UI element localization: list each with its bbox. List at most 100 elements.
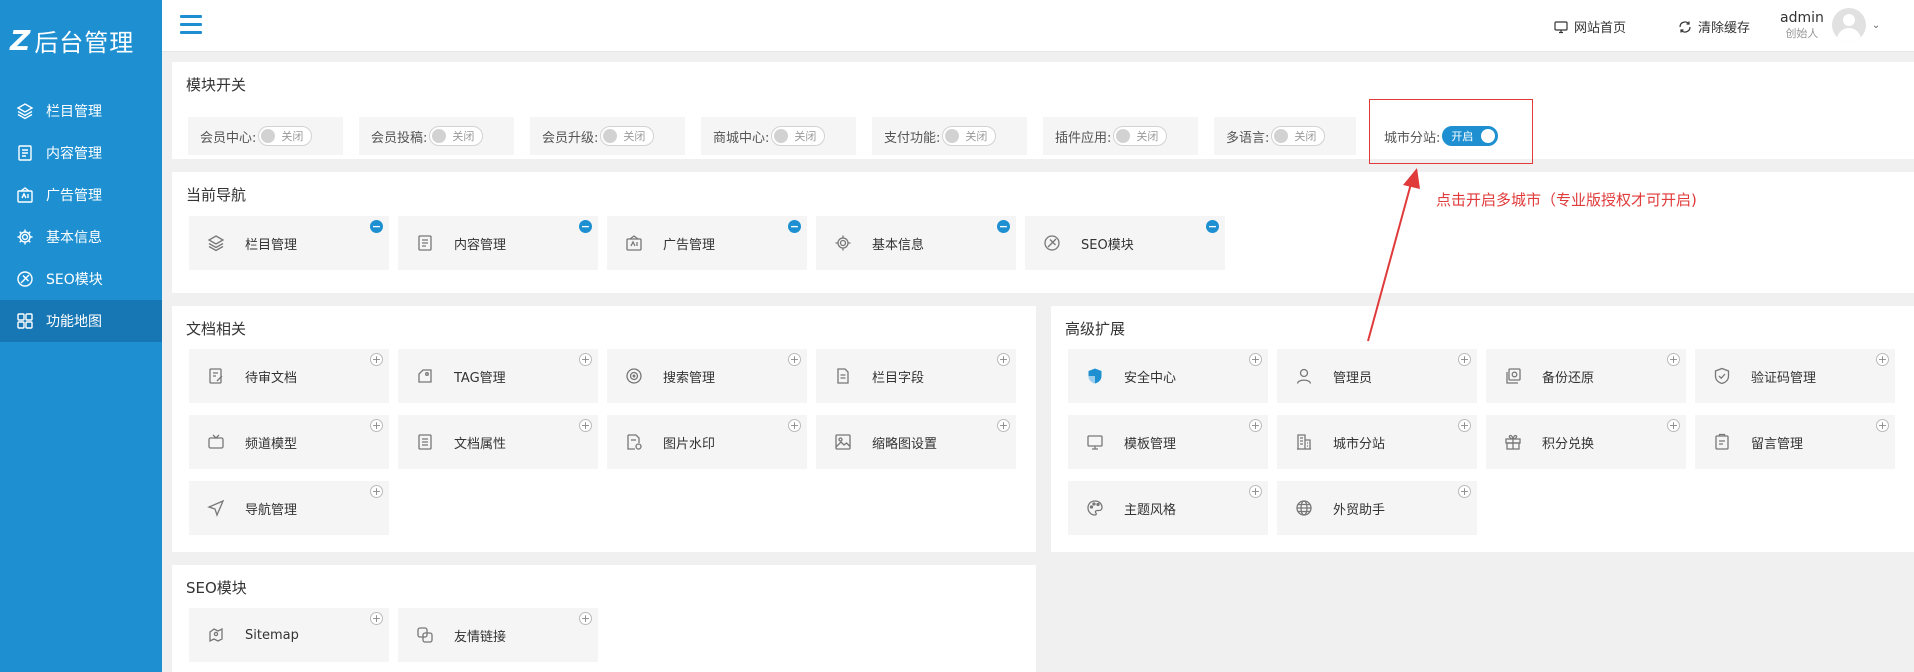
add-icon[interactable]: + (1458, 419, 1471, 432)
doc-tile-search[interactable]: 搜索管理 + (607, 349, 807, 403)
sidebar-item-label: 内容管理 (46, 146, 102, 162)
add-icon[interactable]: + (1876, 419, 1889, 432)
remove-icon[interactable]: − (370, 220, 383, 233)
add-icon[interactable]: + (370, 485, 383, 498)
logo-mark: Z (10, 23, 31, 57)
add-icon[interactable]: + (997, 419, 1010, 432)
member-upgrade-switch[interactable]: 关闭 (600, 126, 655, 146)
link-icon (416, 626, 434, 644)
palette-icon (1086, 499, 1104, 517)
sidebar-item-basic-info[interactable]: 基本信息 (0, 216, 162, 258)
doc-tile-review[interactable]: 待审文档 + (189, 349, 389, 403)
adv-tile-points-exchange[interactable]: 积分兑换 + (1486, 415, 1686, 469)
tile-label: 导航管理 (245, 502, 298, 518)
user-role: 创始人 (1785, 26, 1819, 40)
sidebar-item-column[interactable]: 栏目管理 (0, 90, 162, 132)
adv-tile-messages[interactable]: 留言管理 + (1695, 415, 1895, 469)
module-switch-title: 模块开关 (186, 76, 247, 94)
remove-icon[interactable]: − (1206, 220, 1219, 233)
adv-tile-themes[interactable]: 主题风格 + (1068, 481, 1268, 535)
add-icon[interactable]: + (370, 419, 383, 432)
plugins-switch[interactable]: 关闭 (1113, 126, 1168, 146)
adv-tile-foreign-trade[interactable]: 外贸助手 + (1277, 481, 1477, 535)
adv-tile-backup[interactable]: 备份还原 + (1486, 349, 1686, 403)
adv-tile-captcha[interactable]: 验证码管理 + (1695, 349, 1895, 403)
documents-panel: 文档相关 待审文档 + TAG管理 + 搜索管理 + 栏目字段 + 频道模型 +… (172, 306, 1036, 552)
remove-icon[interactable]: − (788, 220, 801, 233)
doc-tile-watermark[interactable]: 图片水印 + (607, 415, 807, 469)
mall-center-switch[interactable]: 关闭 (771, 126, 826, 146)
top-header: 网站首页 清除缓存 admin 创始人 ⌄ (162, 0, 1914, 52)
nav-tile-seo[interactable]: SEO模块 − (1025, 216, 1225, 270)
doc-tile-fields[interactable]: 栏目字段 + (816, 349, 1016, 403)
member-center-switch[interactable]: 关闭 (258, 126, 313, 146)
adv-tile-admins[interactable]: 管理员 + (1277, 349, 1477, 403)
tile-label: 广告管理 (663, 237, 716, 253)
sidebar-item-function-map[interactable]: 功能地图 (0, 300, 162, 342)
sidebar-item-content[interactable]: 内容管理 (0, 132, 162, 174)
add-icon[interactable]: + (370, 353, 383, 366)
add-icon[interactable]: + (370, 612, 383, 625)
current-nav-title: 当前导航 (186, 186, 247, 204)
adv-tile-templates[interactable]: 模板管理 + (1068, 415, 1268, 469)
multilanguage-switch[interactable]: 关闭 (1271, 126, 1326, 146)
add-icon[interactable]: + (579, 353, 592, 366)
tile-label: 友情链接 (454, 629, 507, 645)
adv-tile-city-substation[interactable]: 城市分站 + (1277, 415, 1477, 469)
user-name: admin (1780, 9, 1824, 26)
toggle-member-center: 会员中心: 关闭 (188, 117, 343, 155)
nav-tile-ads[interactable]: 广告管理 − (607, 216, 807, 270)
site-home-link[interactable]: 网站首页 (1554, 17, 1626, 36)
switch-state: 关闭 (965, 130, 988, 143)
switch-state: 关闭 (281, 130, 304, 143)
image-icon (834, 433, 852, 451)
add-icon[interactable]: + (1458, 353, 1471, 366)
tag-icon (416, 367, 434, 385)
sidebar-item-seo[interactable]: SEO模块 (0, 258, 162, 300)
doc-tile-navigation[interactable]: 导航管理 + (189, 481, 389, 535)
layers-icon (16, 102, 34, 120)
remove-icon[interactable]: − (997, 220, 1010, 233)
add-icon[interactable]: + (579, 612, 592, 625)
doc-tile-attributes[interactable]: 文档属性 + (398, 415, 598, 469)
ad-icon (625, 234, 643, 252)
tile-label: 积分兑换 (1542, 436, 1595, 452)
payment-switch[interactable]: 关闭 (942, 126, 997, 146)
doc-tile-tag[interactable]: TAG管理 + (398, 349, 598, 403)
toggle-member-submission: 会员投稿: 关闭 (359, 117, 514, 155)
seo-tile-sitemap[interactable]: Sitemap + (189, 608, 389, 662)
doc-tile-thumbnail[interactable]: 缩略图设置 + (816, 415, 1016, 469)
member-submission-switch[interactable]: 关闭 (429, 126, 484, 146)
add-icon[interactable]: + (1458, 485, 1471, 498)
remove-icon[interactable]: − (579, 220, 592, 233)
add-icon[interactable]: + (1249, 419, 1262, 432)
toggle-label: 会员中心: (200, 130, 257, 146)
clear-cache-link[interactable]: 清除缓存 (1678, 17, 1750, 36)
nav-tile-content[interactable]: 内容管理 − (398, 216, 598, 270)
seo-tile-friend-links[interactable]: 友情链接 + (398, 608, 598, 662)
add-icon[interactable]: + (1249, 485, 1262, 498)
add-icon[interactable]: + (1249, 353, 1262, 366)
logo[interactable]: Z 后台管理 (0, 0, 162, 80)
user-menu[interactable]: admin 创始人 ⌄ (1780, 8, 1880, 42)
tile-label: 外贸助手 (1333, 502, 1386, 518)
adv-tile-security[interactable]: 安全中心 + (1068, 349, 1268, 403)
sidebar-item-ads[interactable]: 广告管理 (0, 174, 162, 216)
monitor-icon (1554, 20, 1568, 33)
add-icon[interactable]: + (1667, 353, 1680, 366)
sidebar-item-label: 广告管理 (46, 188, 102, 204)
menu-toggle-icon[interactable] (180, 15, 202, 35)
add-icon[interactable]: + (788, 419, 801, 432)
add-icon[interactable]: + (997, 353, 1010, 366)
add-icon[interactable]: + (788, 353, 801, 366)
add-icon[interactable]: + (1876, 353, 1889, 366)
avatar[interactable] (1831, 8, 1866, 42)
tile-label: 备份还原 (1542, 370, 1595, 386)
gift-icon (1504, 433, 1522, 451)
nav-tile-column[interactable]: 栏目管理 − (189, 216, 389, 270)
add-icon[interactable]: + (1667, 419, 1680, 432)
add-icon[interactable]: + (579, 419, 592, 432)
nav-tile-basic-info[interactable]: 基本信息 − (816, 216, 1016, 270)
switch-state: 关闭 (452, 130, 475, 143)
doc-tile-channel-model[interactable]: 频道模型 + (189, 415, 389, 469)
